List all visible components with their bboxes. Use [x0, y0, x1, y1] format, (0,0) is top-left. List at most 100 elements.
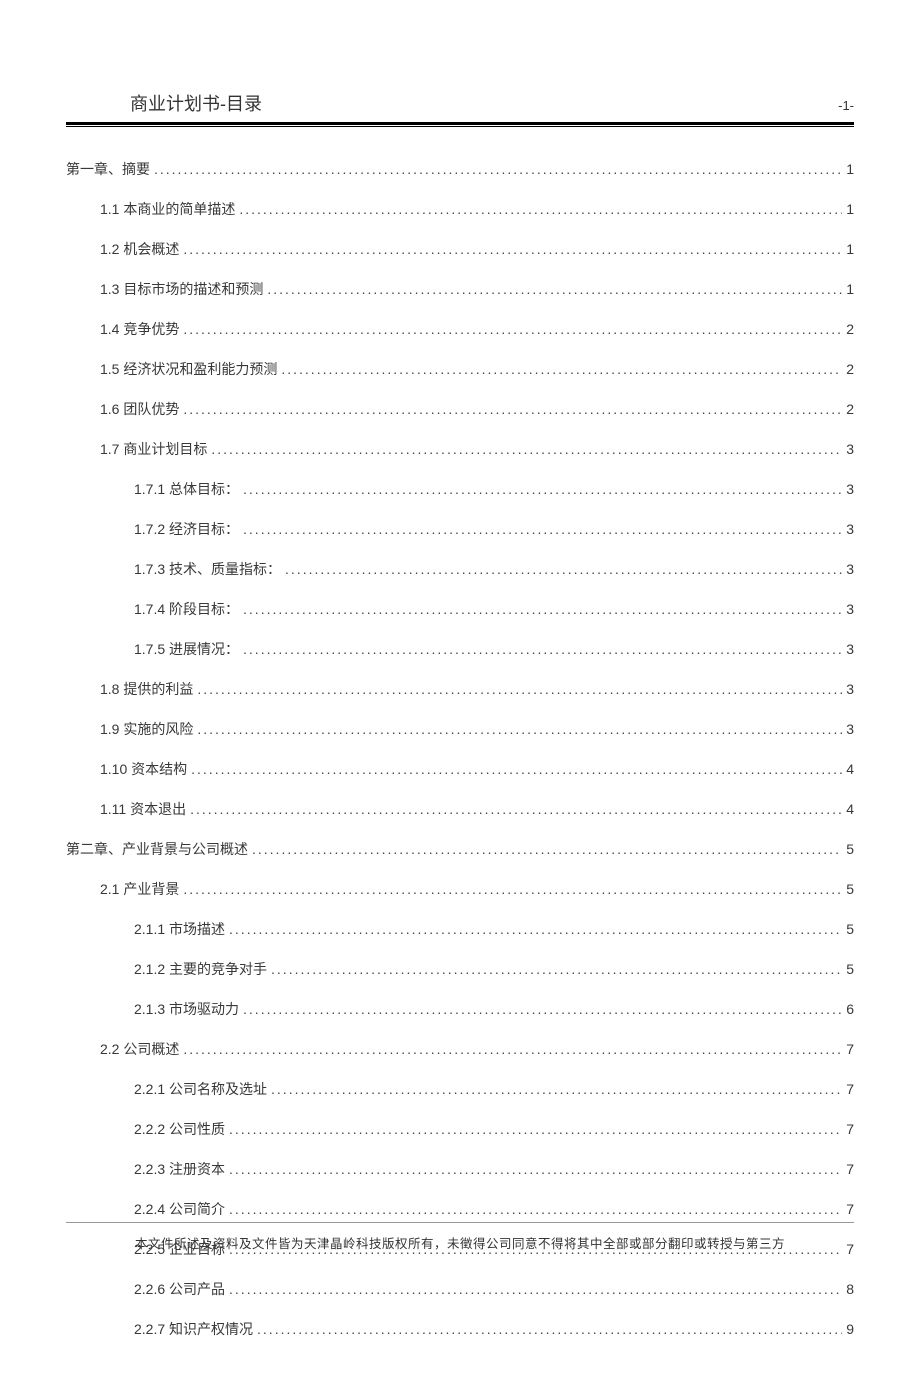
page-footer: 本文件所述及资料及文件皆为天津晶岭科技版权所有，未徵得公司同意不得将其中全部或部… [60, 1222, 860, 1252]
toc-entry-label: 1.10 资本结构 [100, 759, 191, 779]
toc-entry-page: 9 [842, 1321, 854, 1337]
toc-leader-dots [191, 761, 842, 777]
toc-entry-page: 7 [842, 1081, 854, 1097]
document-page: 商业计划书-目录 -1- 第一章、摘要11.1 本商业的简单描述11.2 机会概… [0, 0, 920, 1399]
toc-entry-page: 3 [842, 641, 854, 657]
toc-entry-label: 第一章、摘要 [66, 159, 154, 179]
toc-entry-label: 1.9 实施的风险 [100, 719, 197, 739]
toc-entry-page: 3 [842, 481, 854, 497]
toc-leader-dots [183, 241, 842, 257]
toc-entry-label: 1.11 资本退出 [100, 799, 190, 819]
toc-entry-page: 3 [842, 521, 854, 537]
toc-leader-dots [281, 361, 842, 377]
toc-entry-page: 7 [842, 1161, 854, 1177]
toc-entry-label: 2.2.1 公司名称及选址 [134, 1079, 271, 1099]
toc-entry[interactable]: 1.5 经济状况和盈利能力预测2 [66, 359, 854, 379]
toc-entry-label: 2.2.3 注册资本 [134, 1159, 229, 1179]
toc-entry-label: 2.1 产业背景 [100, 879, 183, 899]
toc-entry[interactable]: 1.7.1 总体目标：3 [66, 479, 854, 499]
toc-entry[interactable]: 2.2.4 公司简介7 [66, 1199, 854, 1219]
toc-entry[interactable]: 1.4 竞争优势 2 [66, 319, 854, 339]
toc-entry-page: 5 [842, 881, 854, 897]
toc-entry-label: 1.6 团队优势 [100, 399, 183, 419]
toc-leader-dots [190, 801, 842, 817]
toc-entry-page: 7 [842, 1201, 854, 1217]
toc-entry-page: 5 [842, 841, 854, 857]
toc-leader-dots [229, 921, 842, 937]
toc-leader-dots [285, 561, 842, 577]
toc-entry[interactable]: 2.2.1 公司名称及选址 7 [66, 1079, 854, 1099]
toc-entry-label: 1.8 提供的利益 [100, 679, 197, 699]
toc-entry-page: 5 [842, 961, 854, 977]
toc-leader-dots [271, 1081, 842, 1097]
toc-entry[interactable]: 1.2 机会概述1 [66, 239, 854, 259]
header-title: 商业计划书-目录 [130, 90, 262, 116]
toc-entry[interactable]: 2.1 产业背景 5 [66, 879, 854, 899]
toc-entry-page: 4 [842, 761, 854, 777]
footer-rule [66, 1222, 854, 1223]
toc-entry-page: 2 [842, 401, 854, 417]
toc-leader-dots [229, 1121, 842, 1137]
toc-entry[interactable]: 2.1.1 市场描述5 [66, 919, 854, 939]
toc-leader-dots [183, 881, 842, 897]
toc-entry[interactable]: 1.11 资本退出4 [66, 799, 854, 819]
toc-entry[interactable]: 1.10 资本结构 4 [66, 759, 854, 779]
toc-entry-page: 1 [842, 241, 854, 257]
toc-entry-label: 第二章、产业背景与公司概述 [66, 839, 252, 859]
toc-entry[interactable]: 1.7.5 进展情况： 3 [66, 639, 854, 659]
toc-entry[interactable]: 第二章、产业背景与公司概述 5 [66, 839, 854, 859]
toc-entry-page: 1 [842, 161, 854, 177]
toc-leader-dots [267, 281, 842, 297]
toc-entry[interactable]: 2.2.3 注册资本 7 [66, 1159, 854, 1179]
toc-leader-dots [243, 481, 842, 497]
toc-entry-page: 3 [842, 561, 854, 577]
toc-entry[interactable]: 1.3 目标市场的描述和预测 1 [66, 279, 854, 299]
toc-entry-page: 2 [842, 321, 854, 337]
toc-entry[interactable]: 1.7.4 阶段目标： 3 [66, 599, 854, 619]
toc-entry-page: 3 [842, 601, 854, 617]
toc-entry-page: 7 [842, 1121, 854, 1137]
toc-leader-dots [154, 161, 842, 177]
toc-entry[interactable]: 1.7 商业计划目标3 [66, 439, 854, 459]
toc-entry[interactable]: 第一章、摘要 1 [66, 159, 854, 179]
toc-entry-label: 1.3 目标市场的描述和预测 [100, 279, 267, 299]
toc-entry-page: 3 [842, 441, 854, 457]
toc-leader-dots [229, 1281, 842, 1297]
toc-entry-label: 2.2 公司概述 [100, 1039, 183, 1059]
toc-leader-dots [197, 681, 842, 697]
toc-leader-dots [243, 521, 842, 537]
toc-entry-label: 1.4 竞争优势 [100, 319, 183, 339]
toc-entry[interactable]: 1.8 提供的利益3 [66, 679, 854, 699]
toc-entry-page: 1 [842, 281, 854, 297]
toc-entry[interactable]: 1.9 实施的风险3 [66, 719, 854, 739]
toc-entry-page: 8 [842, 1281, 854, 1297]
toc-entry[interactable]: 1.7.3 技术、质量指标： 3 [66, 559, 854, 579]
footer-copyright-text: 本文件所述及资料及文件皆为天津晶岭科技版权所有，未徵得公司同意不得将其中全部或部… [60, 1233, 860, 1252]
header-page-number: -1- [838, 98, 854, 113]
toc-entry-label: 2.2.7 知识产权情况 [134, 1319, 257, 1339]
toc-entry-label: 2.2.2 公司性质 [134, 1119, 229, 1139]
toc-entry[interactable]: 1.7.2 经济目标： 3 [66, 519, 854, 539]
toc-entry[interactable]: 2.2.2 公司性质 7 [66, 1119, 854, 1139]
table-of-contents: 第一章、摘要11.1 本商业的简单描述11.2 机会概述11.3 目标市场的描述… [60, 127, 860, 1339]
page-header: 商业计划书-目录 -1- [60, 90, 860, 120]
toc-entry[interactable]: 1.6 团队优势 2 [66, 399, 854, 419]
toc-entry[interactable]: 2.2.7 知识产权情况 9 [66, 1319, 854, 1339]
toc-leader-dots [243, 1001, 842, 1017]
toc-entry-label: 2.1.2 主要的竞争对手 [134, 959, 271, 979]
toc-entry[interactable]: 2.2 公司概述 7 [66, 1039, 854, 1059]
toc-leader-dots [243, 641, 842, 657]
toc-entry[interactable]: 1.1 本商业的简单描述1 [66, 199, 854, 219]
toc-entry-label: 1.7.4 阶段目标： [134, 599, 243, 619]
toc-entry[interactable]: 2.2.6 公司产品8 [66, 1279, 854, 1299]
toc-entry[interactable]: 2.1.2 主要的竞争对手 5 [66, 959, 854, 979]
toc-entry-label: 1.7.3 技术、质量指标： [134, 559, 285, 579]
toc-entry-label: 1.7.2 经济目标： [134, 519, 243, 539]
toc-entry-page: 2 [842, 361, 854, 377]
toc-entry[interactable]: 2.1.3 市场驱动力6 [66, 999, 854, 1019]
toc-entry-label: 1.1 本商业的简单描述 [100, 199, 239, 219]
toc-leader-dots [183, 401, 842, 417]
toc-entry-page: 7 [842, 1041, 854, 1057]
toc-entry-label: 1.7.5 进展情况： [134, 639, 243, 659]
toc-leader-dots [271, 961, 842, 977]
